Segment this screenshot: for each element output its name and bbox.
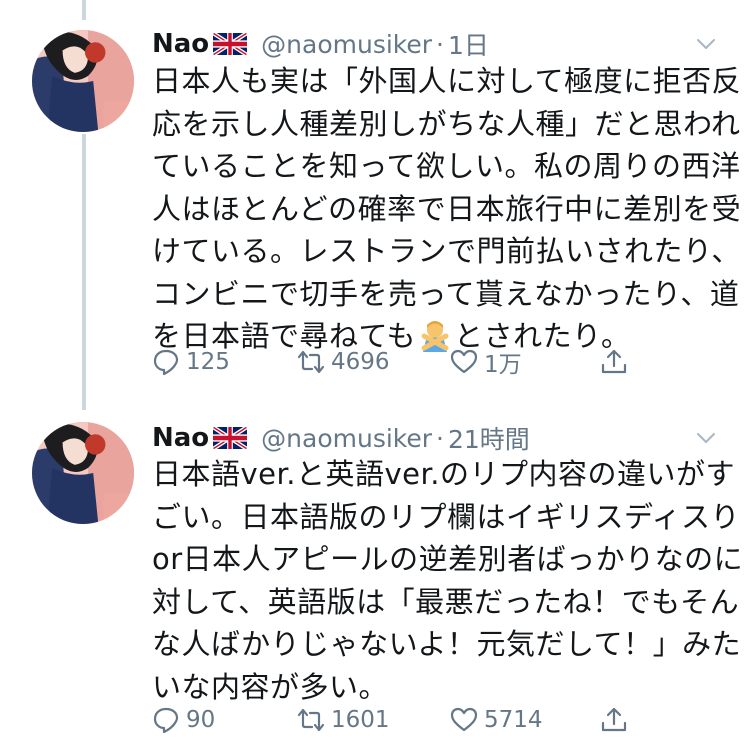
tweet-text-line: ていることを知って欲しい。私の周りの西洋 bbox=[152, 149, 741, 183]
display-name[interactable]: Nao bbox=[152, 423, 209, 453]
heart-icon bbox=[450, 707, 478, 732]
like-count: 1万 bbox=[484, 352, 522, 378]
username-handle[interactable]: @naomusiker bbox=[261, 424, 432, 453]
tweet-text-line: 日本人も実は「外国人に対して極度に拒否反 bbox=[152, 64, 742, 98]
avatar[interactable] bbox=[32, 422, 134, 524]
tweet-text-line: コンビニで切手を売って貰えなかったり、道 bbox=[152, 276, 740, 311]
share-icon bbox=[601, 349, 627, 374]
like-count: 5714 bbox=[484, 707, 543, 733]
tweet-text: 日本人も実は「外国人に対して極度に拒否反 応を示し人種差別しがちな人種」だと思わ… bbox=[152, 60, 742, 358]
tweet-text-line: or日本人アピールの逆差別者ばっかりなのに bbox=[152, 542, 744, 576]
tweet-text-line: ごい。日本語版のリプ欄はイギリスディスり bbox=[152, 499, 740, 534]
share-button[interactable] bbox=[600, 340, 628, 384]
heart-icon bbox=[450, 349, 478, 374]
tweet-text-line: 人はほとんどの確率で日本旅行中に差別を受 bbox=[152, 191, 742, 226]
timestamp[interactable]: 1日 bbox=[448, 26, 489, 62]
share-icon bbox=[601, 707, 627, 732]
uk-flag-icon bbox=[213, 33, 248, 55]
retweet-count: 4696 bbox=[331, 349, 390, 375]
reply-button[interactable]: 90 bbox=[152, 698, 215, 742]
like-button[interactable]: 1万 bbox=[450, 340, 522, 384]
tweet-text-line: けている。レストランで門前払いされたり、 bbox=[152, 234, 741, 268]
separator-dot: · bbox=[436, 423, 444, 453]
share-button[interactable] bbox=[600, 698, 628, 742]
timestamp[interactable]: 21時間 bbox=[448, 420, 530, 456]
reply-count: 90 bbox=[186, 707, 216, 733]
tweet-1[interactable]: Nao @naomusiker · 1日 日本人も実は「外国人に対して極度に拒否… bbox=[0, 0, 750, 400]
retweet-icon bbox=[297, 708, 325, 732]
retweet-button[interactable]: 4696 bbox=[297, 340, 390, 384]
retweet-icon bbox=[297, 350, 325, 374]
avatar[interactable] bbox=[32, 30, 134, 132]
reply-count: 125 bbox=[186, 349, 230, 375]
separator-dot: · bbox=[436, 29, 444, 59]
tweet-header: Nao @naomusiker · 21時間 bbox=[152, 418, 730, 458]
tweet-text-line: 応を示し人種差別しがちな人種」だと思われ bbox=[152, 106, 741, 141]
tweet-actions: 125 4696 1万 bbox=[152, 340, 672, 384]
tweet-actions: 90 1601 5714 bbox=[152, 698, 672, 742]
chevron-down-icon[interactable] bbox=[694, 426, 718, 450]
reply-icon bbox=[153, 707, 179, 734]
like-button[interactable]: 5714 bbox=[450, 698, 543, 742]
reply-button[interactable]: 125 bbox=[152, 340, 230, 384]
display-name[interactable]: Nao bbox=[152, 29, 209, 59]
uk-flag-icon bbox=[213, 427, 248, 449]
tweet-text: 日本語ver.と英語ver.のリプ内容の違いがす ごい。日本語版のリプ欄はイギリ… bbox=[152, 453, 744, 708]
tweet-header: Nao @naomusiker · 1日 bbox=[152, 24, 730, 64]
retweet-count: 1601 bbox=[331, 707, 390, 733]
username-handle[interactable]: @naomusiker bbox=[261, 30, 432, 59]
tweet-2[interactable]: Nao @naomusiker · 21時間 日本語ver.と英語ver.のリプ… bbox=[0, 398, 750, 737]
tweet-text-line: 日本語ver.と英語ver.のリプ内容の違いがす bbox=[152, 457, 735, 491]
retweet-button[interactable]: 1601 bbox=[297, 698, 390, 742]
tweet-text-line: 対して、英語版は「最悪だったね！でもそん bbox=[152, 584, 740, 619]
reply-icon bbox=[153, 349, 179, 376]
chevron-down-icon[interactable] bbox=[694, 32, 718, 56]
tweet-text-line: な人ばかりじゃないよ！元気だして！」みた bbox=[152, 627, 742, 661]
